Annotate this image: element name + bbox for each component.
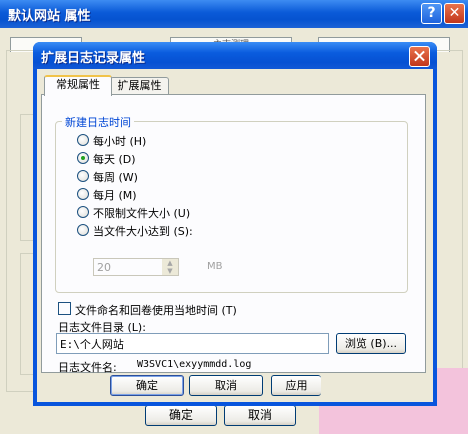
radio-daily-label[interactable]: 每天 (D) (93, 151, 136, 167)
radio-unlimited-size-label[interactable]: 不限制文件大小 (U) (93, 205, 190, 221)
radio-daily[interactable] (77, 152, 89, 164)
size-unit-label: MB (207, 261, 223, 272)
background-cancel-button[interactable]: 取消 (224, 405, 296, 426)
radio-monthly[interactable] (77, 188, 89, 200)
radio-size-limit[interactable] (77, 224, 89, 236)
radio-hourly-label[interactable]: 每小时 (H) (93, 133, 146, 149)
log-properties-dialog: 扩展日志记录属性 常规属性 扩展属性 新建日志时间 每小时 (H) 每天 (D)… (33, 42, 437, 406)
spin-down-icon[interactable]: ▼ (162, 267, 178, 275)
ok-button[interactable]: 确定 (110, 375, 184, 396)
tab-general[interactable]: 常规属性 (44, 75, 112, 96)
radio-size-limit-label[interactable]: 当文件大小达到 (S): (93, 223, 193, 239)
background-ok-button[interactable]: 确定 (145, 405, 217, 426)
radio-weekly[interactable] (77, 170, 89, 182)
log-filename-label: 日志文件名: (58, 361, 117, 374)
cancel-button[interactable]: 取消 (189, 375, 263, 396)
groupbox-title: 新建日志时间 (62, 114, 134, 130)
spin-buttons: ▲ ▼ (162, 259, 178, 275)
radio-monthly-label[interactable]: 每月 (M) (93, 187, 137, 203)
help-button[interactable]: ? (421, 3, 442, 24)
background-close-button[interactable]: ✕ (444, 3, 465, 24)
radio-hourly[interactable] (77, 134, 89, 146)
dialog-title: 扩展日志记录属性 (41, 51, 146, 66)
radio-unlimited-size[interactable] (77, 206, 89, 218)
tab-extended[interactable]: 扩展属性 (110, 77, 169, 95)
log-dir-input[interactable] (56, 333, 329, 354)
background-groupbox (20, 114, 34, 241)
size-value: 20 (97, 261, 111, 274)
local-time-checkbox-label[interactable]: 文件命名和回卷使用当地时间 (T) (75, 302, 237, 318)
apply-button[interactable]: 应用 (271, 375, 321, 396)
close-icon[interactable] (409, 46, 430, 67)
browse-button[interactable]: 浏览 (B)... (336, 333, 406, 354)
local-time-checkbox[interactable] (58, 302, 71, 315)
radio-weekly-label[interactable]: 每周 (W) (93, 169, 138, 185)
dialog-client-area: 常规属性 扩展属性 新建日志时间 每小时 (H) 每天 (D) 每周 (W) 每… (37, 69, 433, 402)
background-groupbox (20, 253, 34, 375)
background-window-title: 默认网站 属性 (8, 9, 91, 24)
spin-up-icon[interactable]: ▲ (162, 259, 178, 267)
log-filename-value: W3SVC1\exyymmdd.log (137, 359, 252, 370)
size-spinbox[interactable]: 20 ▲ ▼ (93, 258, 179, 276)
